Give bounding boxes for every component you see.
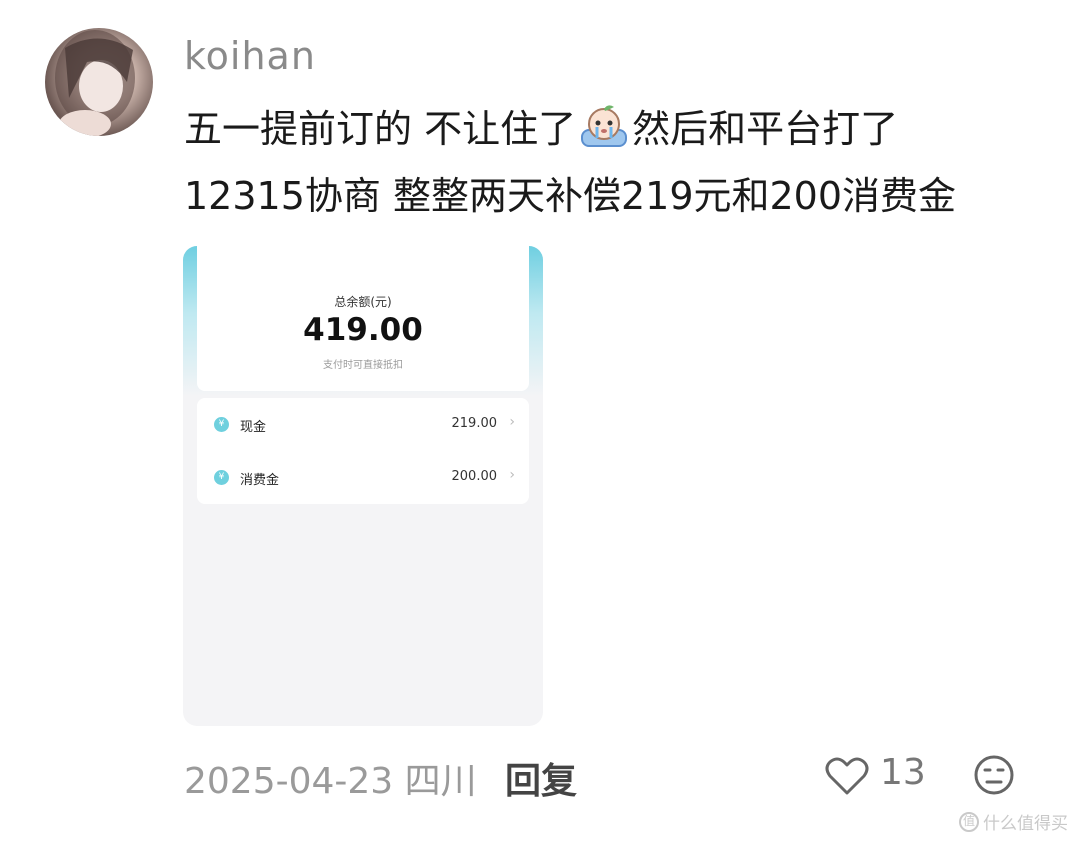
balance-list: ¥ 现金 219.00 › ¥ 消费金 200.00 ›	[197, 398, 529, 504]
attached-screenshot[interactable]: 总余额(元) 419.00 支付时可直接抵扣 ¥ 现金 219.00 › ¥ 消…	[183, 246, 543, 726]
chevron-right-icon: ›	[509, 414, 515, 430]
list-item-value: 200.00	[451, 469, 498, 484]
like-count: 13	[880, 752, 926, 793]
comment-date: 2025-04-23	[184, 761, 394, 802]
yen-coin-icon: ¥	[214, 470, 229, 485]
list-item-label: 现金	[240, 420, 267, 435]
balance-card: 总余额(元) 419.00 支付时可直接抵扣	[197, 246, 529, 391]
comment-text: 五一提前订的 不让住了 然后和平台打了 12315协商 整整两天补偿219元和2…	[184, 96, 1044, 230]
total-balance-note: 支付时可直接抵扣	[323, 360, 403, 371]
comment-location: 四川	[404, 761, 477, 802]
watermark-text: 什么值得买	[983, 814, 1068, 834]
site-watermark: 值 什么值得买	[959, 809, 1068, 834]
username[interactable]: koihan	[184, 34, 316, 78]
list-item-cash[interactable]: ¥ 现金 219.00 ›	[197, 398, 529, 451]
comment-text-line2: 12315协商 整整两天补偿219元和200消费金	[184, 174, 957, 218]
comment-text-part1: 五一提前订的 不让住了	[184, 107, 577, 151]
reply-button[interactable]: 回复	[505, 752, 577, 804]
comment-text-part2: 然后和平台打了	[632, 107, 899, 151]
list-item-voucher[interactable]: ¥ 消费金 200.00 ›	[197, 451, 529, 504]
total-balance-label: 总余额(元)	[334, 295, 392, 309]
user-avatar[interactable]	[45, 28, 153, 136]
list-item-label: 消费金	[240, 473, 280, 488]
crying-peach-emoji-icon	[578, 104, 630, 150]
emoji-reaction-icon[interactable]	[973, 754, 1015, 796]
yen-coin-icon: ¥	[214, 417, 229, 432]
heart-icon[interactable]	[825, 756, 869, 796]
list-item-value: 219.00	[451, 416, 498, 431]
avatar-photo	[55, 30, 135, 136]
total-balance-amount: 419.00	[303, 312, 423, 348]
comment-meta: 2025-04-23 四川	[184, 752, 477, 804]
smzdm-logo-icon: 值	[959, 811, 979, 832]
chevron-right-icon: ›	[509, 467, 515, 483]
